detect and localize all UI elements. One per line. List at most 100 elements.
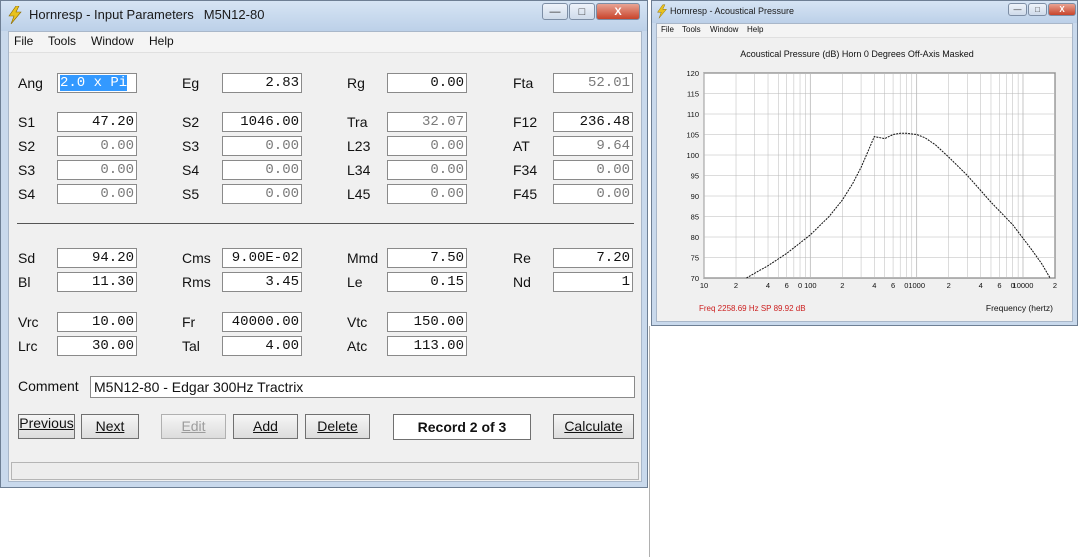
x-tick-label: 4 <box>766 281 770 290</box>
ang-field[interactable]: 2.0 x Pi <box>57 73 137 93</box>
at-label: AT <box>513 138 530 154</box>
f34-field: 0.00 <box>553 160 633 180</box>
fr-field[interactable]: 40000.00 <box>222 312 302 332</box>
chart-minimize-button[interactable]: — <box>1008 3 1027 16</box>
y-tick-label: 120 <box>686 69 699 78</box>
vrc-field[interactable]: 10.00 <box>57 312 137 332</box>
rms-label: Rms <box>182 274 211 290</box>
s5-label: S5 <box>182 186 200 202</box>
rms-field[interactable]: 3.45 <box>222 272 302 292</box>
chart-menu-file[interactable]: File <box>661 25 674 34</box>
s3-field[interactable]: 0.00 <box>222 136 302 156</box>
s2-field[interactable]: 1046.00 <box>222 112 302 132</box>
vtc-label: Vtc <box>347 314 368 330</box>
mmd-label: Mmd <box>347 250 379 266</box>
chart-title-bar[interactable]: Hornresp - Acoustical Pressure — □ X <box>652 1 1077 23</box>
client-area: File Tools Window Help Ang 2.0 x Pi Eg 2… <box>8 31 642 482</box>
cms-field[interactable]: 9.00E-02 <box>222 248 302 268</box>
chart-maximize-button[interactable]: □ <box>1028 3 1047 16</box>
le-field[interactable]: 0.15 <box>387 272 467 292</box>
y-tick-label: 100 <box>686 151 699 160</box>
y-tick-label: 115 <box>687 90 699 99</box>
atc-label: Atc <box>347 338 368 354</box>
x-tick-label: 0 <box>798 281 802 290</box>
y-tick-label: 80 <box>691 233 699 242</box>
y-tick-label: 75 <box>691 254 699 263</box>
y-tick-label: 105 <box>686 131 699 140</box>
tal-field[interactable]: 4.00 <box>222 336 302 356</box>
previous-button[interactable]: Previous <box>18 414 75 439</box>
x-tick-label: 6 <box>785 281 789 290</box>
edit-button[interactable]: Edit <box>161 414 226 439</box>
x-tick-label: 4 <box>979 281 983 290</box>
chart-menu-window[interactable]: Window <box>710 25 738 34</box>
s4-seg4-field[interactable]: 0.00 <box>57 184 137 204</box>
tra-field: 32.07 <box>387 112 467 132</box>
lrc-label: Lrc <box>18 338 38 354</box>
x-tick-label: 2 <box>947 281 951 290</box>
at-field: 9.64 <box>553 136 633 156</box>
status-bar <box>11 462 639 480</box>
add-button[interactable]: Add <box>233 414 298 439</box>
x-tick-label: 10000 <box>1013 281 1034 290</box>
f12-field[interactable]: 236.48 <box>553 112 633 132</box>
tal-label: Tal <box>182 338 200 354</box>
menu-window[interactable]: Window <box>91 34 134 48</box>
sd-field[interactable]: 94.20 <box>57 248 137 268</box>
l23-field[interactable]: 0.00 <box>387 136 467 156</box>
s3-seg3-field[interactable]: 0.00 <box>57 160 137 180</box>
x-tick-label: 6 <box>997 281 1001 290</box>
y-tick-label: 110 <box>687 110 699 119</box>
acoustical-pressure-window: Hornresp - Acoustical Pressure — □ X Fil… <box>651 0 1078 326</box>
lrc-field[interactable]: 30.00 <box>57 336 137 356</box>
close-button[interactable]: X <box>596 3 640 20</box>
rg-label: Rg <box>347 75 365 91</box>
rg-field[interactable]: 0.00 <box>387 73 467 93</box>
comment-field[interactable]: M5N12-80 - Edgar 300Hz Tractrix <box>90 376 635 398</box>
fta-label: Fta <box>513 75 534 91</box>
y-tick-label: 90 <box>691 192 699 201</box>
acoustical-pressure-chart[interactable]: Acoustical Pressure (dB) Horn 0 Degrees … <box>657 38 1072 322</box>
mmd-field[interactable]: 7.50 <box>387 248 467 268</box>
s4-field[interactable]: 0.00 <box>222 160 302 180</box>
vtc-field[interactable]: 150.00 <box>387 312 467 332</box>
delete-button[interactable]: Delete <box>305 414 370 439</box>
x-tick-label: 10 <box>700 281 708 290</box>
s2-seg2-field[interactable]: 0.00 <box>57 136 137 156</box>
l34-field[interactable]: 0.00 <box>387 160 467 180</box>
f45-field: 0.00 <box>553 184 633 204</box>
maximize-button[interactable]: □ <box>569 3 595 20</box>
chart-client-area: File Tools Window Help Acoustical Pressu… <box>656 23 1073 322</box>
sd-label: Sd <box>18 250 36 266</box>
title-bar[interactable]: Hornresp - Input Parameters M5N12-80 — □ … <box>1 1 647 31</box>
s1-field[interactable]: 47.20 <box>57 112 137 132</box>
eg-label: Eg <box>182 75 200 91</box>
s5-field[interactable]: 0.00 <box>222 184 302 204</box>
menu-help[interactable]: Help <box>149 34 174 48</box>
s4-seg4-label: S4 <box>18 186 36 202</box>
menu-bar: File Tools Window Help <box>9 32 641 53</box>
nd-field[interactable]: 1 <box>553 272 633 292</box>
y-tick-label: 70 <box>691 274 699 283</box>
x-tick-label: 2 <box>734 281 738 290</box>
next-button[interactable]: Next <box>81 414 139 439</box>
chart-menu-tools[interactable]: Tools <box>682 25 701 34</box>
menu-tools[interactable]: Tools <box>48 34 76 48</box>
f34-label: F34 <box>513 162 538 178</box>
eg-field[interactable]: 2.83 <box>222 73 302 93</box>
nd-label: Nd <box>513 274 531 290</box>
re-field[interactable]: 7.20 <box>553 248 633 268</box>
atc-field[interactable]: 113.00 <box>387 336 467 356</box>
chart-menu-help[interactable]: Help <box>747 25 763 34</box>
input-parameters-window: Hornresp - Input Parameters M5N12-80 — □ … <box>0 0 648 488</box>
vrc-label: Vrc <box>18 314 39 330</box>
chart-close-button[interactable]: X <box>1048 3 1076 16</box>
minimize-button[interactable]: — <box>542 3 568 20</box>
x-tick-label: 100 <box>804 281 817 290</box>
l34-label: L34 <box>347 162 371 178</box>
bl-field[interactable]: 11.30 <box>57 272 137 292</box>
s4-label: S4 <box>182 162 200 178</box>
l45-field[interactable]: 0.00 <box>387 184 467 204</box>
calculate-button[interactable]: Calculate <box>553 414 634 439</box>
menu-file[interactable]: File <box>14 34 33 48</box>
